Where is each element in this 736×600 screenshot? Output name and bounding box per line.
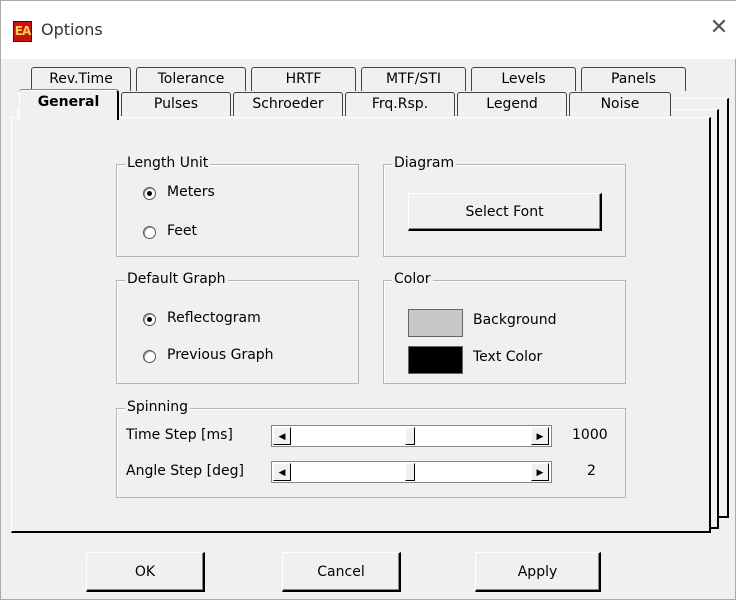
feet-label: Feet xyxy=(167,223,198,239)
tab-pulses[interactable]: Pulses xyxy=(121,92,231,116)
scroll-left-icon[interactable]: ◀ xyxy=(273,427,291,445)
tab-frq-rsp[interactable]: Frq.Rsp. xyxy=(345,92,455,116)
time-step-value: 1000 xyxy=(572,427,608,443)
tab-schroeder[interactable]: Schroeder xyxy=(233,92,343,116)
angle-step-label: Angle Step [deg] xyxy=(126,463,244,479)
tab-mtf-sti[interactable]: MTF/STI xyxy=(361,67,466,91)
default-graph-title: Default Graph xyxy=(125,271,228,287)
slider-thumb[interactable] xyxy=(405,463,415,481)
tab-noise[interactable]: Noise xyxy=(569,92,671,116)
previous-graph-radio[interactable] xyxy=(143,350,156,363)
tab-legend[interactable]: Legend xyxy=(457,92,567,116)
tab-label: Frq.Rsp. xyxy=(371,96,429,112)
tab-levels[interactable]: Levels xyxy=(471,67,576,91)
tab-label: Panels xyxy=(610,71,657,87)
angle-step-value: 2 xyxy=(587,463,596,479)
tab-label: Schroeder xyxy=(252,96,324,112)
ok-button[interactable]: OK xyxy=(86,552,205,592)
tab-rev-time[interactable]: Rev.Time xyxy=(31,67,131,91)
tab-label: HRTF xyxy=(285,71,322,87)
tab-label: Pulses xyxy=(153,96,199,112)
feet-radio[interactable] xyxy=(143,226,156,239)
default-graph-group: Default Graph Reflectogram Previous Grap… xyxy=(116,271,359,384)
text-color-label: Text Color xyxy=(473,349,543,365)
window-title: Options xyxy=(41,20,103,39)
length-unit-title: Length Unit xyxy=(125,155,211,171)
scroll-right-icon[interactable]: ▶ xyxy=(531,427,549,445)
text-color-swatch[interactable] xyxy=(408,346,463,374)
background-label: Background xyxy=(473,312,557,328)
cancel-button[interactable]: Cancel xyxy=(282,552,401,592)
tab-label: MTF/STI xyxy=(386,71,441,87)
previous-graph-label: Previous Graph xyxy=(167,347,274,363)
background-color-swatch[interactable] xyxy=(408,309,463,337)
slider-thumb[interactable] xyxy=(405,427,415,445)
meters-radio[interactable] xyxy=(143,187,156,200)
scroll-left-icon[interactable]: ◀ xyxy=(273,463,291,481)
options-dialog: EA Options ✕ Rev.Time Tolerance HRTF MTF… xyxy=(0,0,736,600)
app-icon: EA xyxy=(13,21,32,42)
time-step-label: Time Step [ms] xyxy=(126,427,233,443)
spinning-group: Spinning xyxy=(116,399,626,498)
meters-label: Meters xyxy=(167,184,215,200)
tab-label: Rev.Time xyxy=(49,71,113,87)
reflectogram-label: Reflectogram xyxy=(167,310,261,326)
tab-label: Legend xyxy=(486,96,538,112)
tab-panels[interactable]: Panels xyxy=(581,67,686,91)
tab-label: Tolerance xyxy=(157,71,225,87)
app-icon-text: EA xyxy=(14,24,31,38)
color-title: Color xyxy=(392,271,433,287)
tab-tolerance[interactable]: Tolerance xyxy=(136,67,246,91)
select-font-button[interactable]: Select Font xyxy=(408,193,602,231)
apply-button[interactable]: Apply xyxy=(475,552,601,592)
tab-general[interactable]: General xyxy=(19,90,119,120)
spinning-title: Spinning xyxy=(125,399,191,415)
tab-label: General xyxy=(37,94,100,110)
scroll-right-icon[interactable]: ▶ xyxy=(531,463,549,481)
title-bar: EA Options ✕ xyxy=(1,1,736,59)
time-step-slider[interactable]: ◀ ▶ xyxy=(271,425,552,447)
tab-label: Levels xyxy=(501,71,546,87)
length-unit-group: Length Unit Meters Feet xyxy=(116,155,359,257)
tab-label: Noise xyxy=(600,96,640,112)
close-icon[interactable]: ✕ xyxy=(705,14,733,42)
diagram-title: Diagram xyxy=(392,155,457,171)
tab-hrtf[interactable]: HRTF xyxy=(251,67,356,91)
reflectogram-radio[interactable] xyxy=(143,313,156,326)
angle-step-slider[interactable]: ◀ ▶ xyxy=(271,461,552,483)
